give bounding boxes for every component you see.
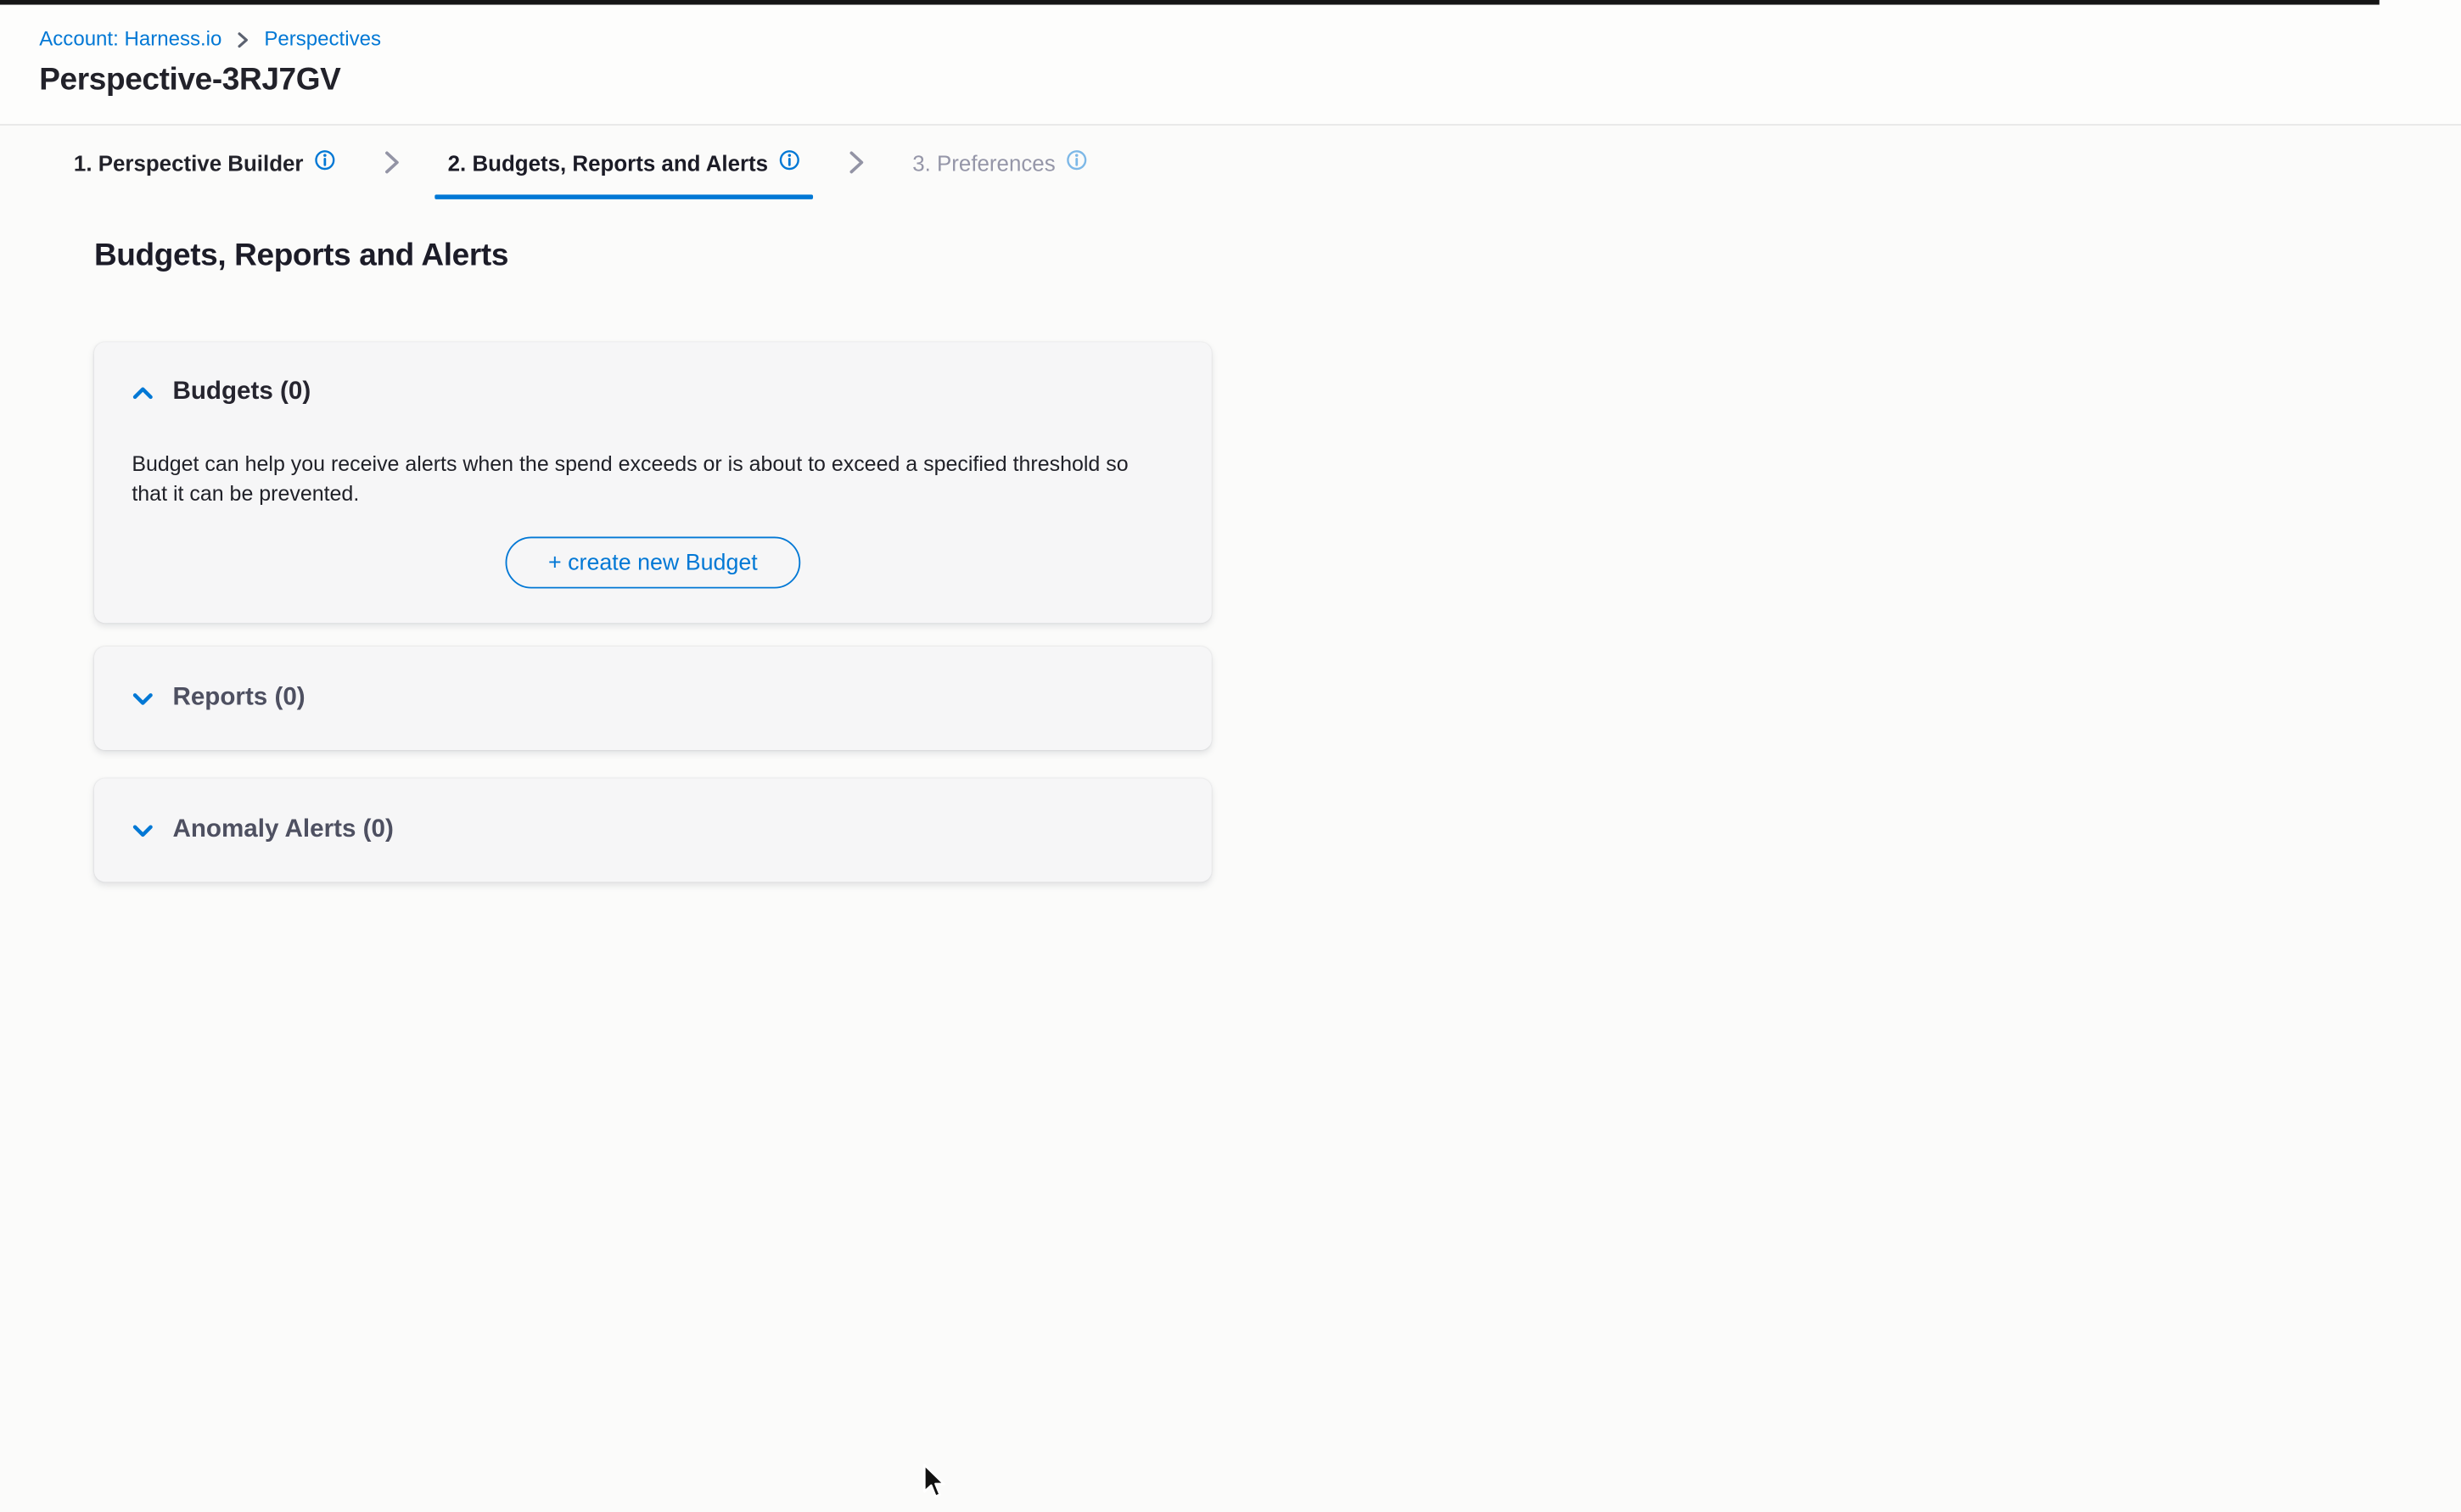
tab-label: 1. Perspective Builder [74, 150, 304, 176]
create-new-budget-button[interactable]: + create new Budget [506, 537, 800, 589]
tab-preferences[interactable]: 3. Preferences [900, 126, 1101, 199]
budgets-card-title: Budgets (0) [172, 380, 311, 406]
chevron-down-icon[interactable] [132, 692, 154, 707]
tab-budgets-reports-alerts[interactable]: 2. Budgets, Reports and Alerts [435, 126, 814, 199]
window-top-edge [0, 0, 2380, 4]
app-window: Account: Harness.io Perspectives Perspec… [0, 0, 2461, 1512]
chevron-up-icon[interactable] [132, 386, 154, 400]
anomaly-alerts-card-title: Anomaly Alerts (0) [172, 818, 393, 843]
reports-card[interactable]: Reports (0) [94, 647, 1212, 750]
reports-card-title: Reports (0) [172, 686, 305, 711]
info-icon[interactable] [1067, 149, 1089, 176]
main-content: Budgets, Reports and Alerts Budgets (0) … [94, 199, 1212, 882]
cursor-pointer-icon [922, 1463, 947, 1509]
tab-label: 3. Preferences [912, 150, 1055, 176]
page-title: Perspective-3RJ7GV [39, 63, 2461, 99]
info-icon[interactable] [314, 149, 336, 176]
chevron-down-icon[interactable] [132, 824, 154, 838]
chevron-right-icon [847, 149, 867, 176]
breadcrumb-separator-icon [236, 31, 250, 48]
budgets-card-header[interactable]: Budgets (0) [132, 380, 1174, 406]
budgets-card: Budgets (0) Budget can help you receive … [94, 342, 1212, 623]
breadcrumb-perspectives-link[interactable]: Perspectives [264, 26, 381, 50]
page-section-heading: Budgets, Reports and Alerts [94, 238, 1212, 275]
tab-perspective-builder[interactable]: 1. Perspective Builder [61, 126, 349, 199]
anomaly-alerts-card[interactable]: Anomaly Alerts (0) [94, 778, 1212, 882]
wizard-tab-bar: 1. Perspective Builder 2. Budgets, Repor… [0, 126, 2461, 199]
anomaly-alerts-card-header[interactable]: Anomaly Alerts (0) [132, 818, 393, 843]
chevron-right-icon [382, 149, 402, 176]
reports-card-header[interactable]: Reports (0) [132, 686, 305, 711]
tab-label: 2. Budgets, Reports and Alerts [448, 150, 768, 176]
budgets-description: Budget can help you receive alerts when … [132, 449, 1168, 508]
breadcrumb: Account: Harness.io Perspectives [39, 26, 2461, 50]
page-header: Account: Harness.io Perspectives Perspec… [0, 0, 2461, 126]
budgets-button-row: + create new Budget [132, 537, 1174, 589]
breadcrumb-account-link[interactable]: Account: Harness.io [39, 26, 221, 50]
info-icon[interactable] [779, 149, 801, 176]
